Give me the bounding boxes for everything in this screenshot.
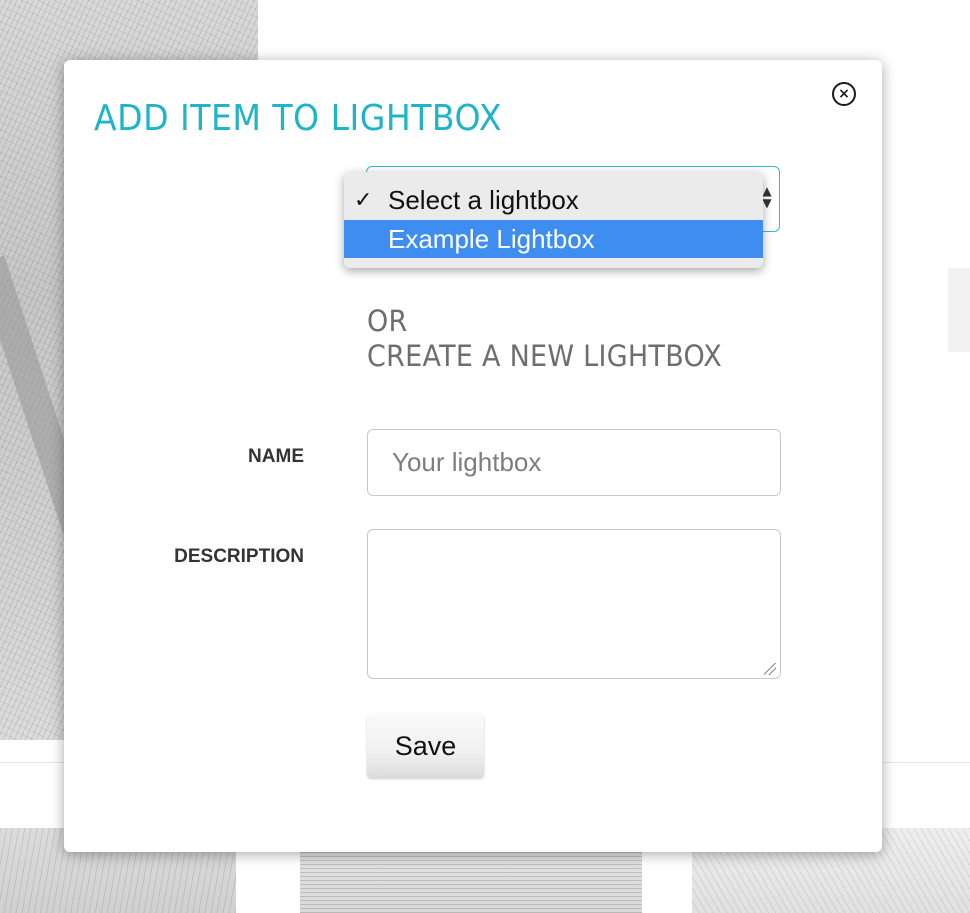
create-heading: CREATE A NEW LIGHTBOX — [367, 339, 723, 373]
or-separator: OR — [367, 304, 408, 338]
save-button[interactable]: Save — [367, 714, 484, 778]
close-icon[interactable]: × — [832, 82, 856, 106]
description-textarea[interactable] — [367, 529, 781, 679]
checkmark-icon: ✓ — [354, 187, 373, 212]
select-option-label: Example Lightbox — [388, 224, 595, 254]
select-option-label: Select a lightbox — [388, 185, 579, 215]
lightbox-select-dropdown: ✓ Select a lightbox Example Lightbox — [344, 172, 763, 268]
background-card — [948, 268, 970, 352]
add-to-lightbox-modal: ADD ITEM TO LIGHTBOX × ▲ ▼ ✓ Select a lig… — [64, 60, 882, 852]
description-label: DESCRIPTION — [174, 546, 304, 567]
select-option-example-lightbox[interactable]: Example Lightbox — [344, 220, 763, 258]
modal-title: ADD ITEM TO LIGHTBOX — [94, 98, 503, 139]
resize-grip-icon[interactable] — [764, 663, 776, 675]
name-input[interactable] — [367, 429, 781, 496]
create-new-lightbox-heading: OR CREATE A NEW LIGHTBOX — [367, 304, 722, 374]
name-label: NAME — [248, 446, 304, 467]
select-option-select-a-lightbox[interactable]: ✓ Select a lightbox — [344, 181, 763, 219]
